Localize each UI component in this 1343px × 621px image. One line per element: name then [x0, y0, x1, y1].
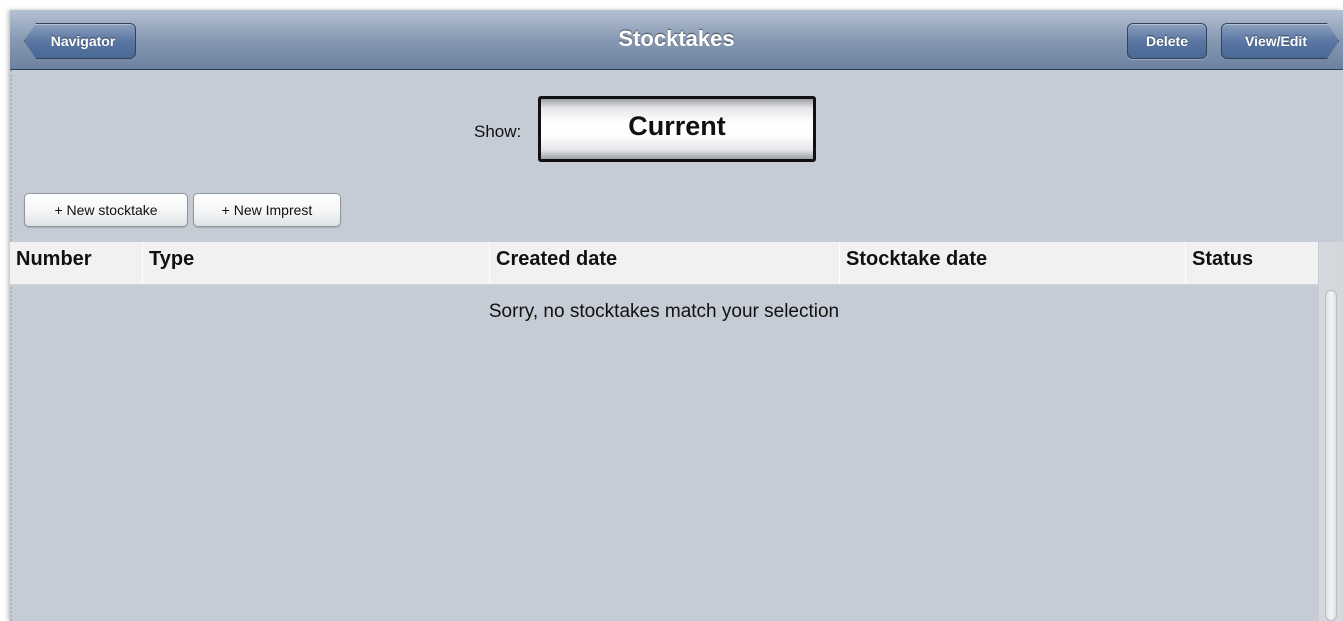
table-body: Sorry, no stocktakes match your selectio…	[10, 285, 1318, 621]
column-header-type[interactable]: Type	[142, 242, 489, 284]
column-header-status[interactable]: Status	[1185, 242, 1318, 284]
new-stocktake-button[interactable]: + New stocktake	[24, 193, 188, 227]
scrollbar-thumb[interactable]	[1325, 290, 1337, 621]
stocktakes-window: Navigator Stocktakes Delete View/Edit Sh…	[10, 10, 1343, 621]
show-filter-value: Current	[628, 111, 726, 141]
table-header: Number Type Created date Stocktake date …	[10, 242, 1318, 285]
column-header-number[interactable]: Number	[10, 242, 142, 284]
navigation-bar: Navigator Stocktakes Delete View/Edit	[10, 10, 1343, 70]
delete-button[interactable]: Delete	[1127, 23, 1207, 59]
new-imprest-button[interactable]: + New Imprest	[193, 193, 341, 227]
show-filter-picker[interactable]: Current	[538, 96, 816, 162]
view-edit-button[interactable]: View/Edit	[1221, 23, 1339, 59]
empty-table-message: Sorry, no stocktakes match your selectio…	[488, 301, 840, 322]
column-header-stocktake-date[interactable]: Stocktake date	[839, 242, 1185, 284]
show-filter-label: Show:	[474, 122, 522, 141]
column-header-created-date[interactable]: Created date	[489, 242, 839, 284]
table-scrollbar[interactable]	[1319, 242, 1343, 621]
